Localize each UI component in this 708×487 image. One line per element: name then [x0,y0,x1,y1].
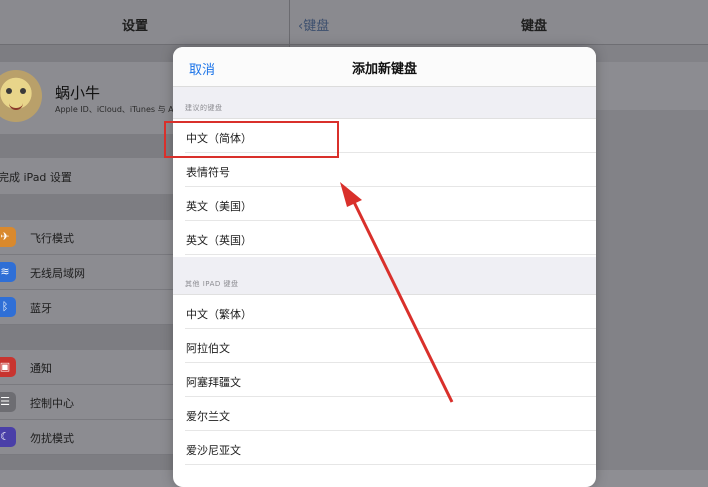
annotation-arrow [340,182,454,403]
